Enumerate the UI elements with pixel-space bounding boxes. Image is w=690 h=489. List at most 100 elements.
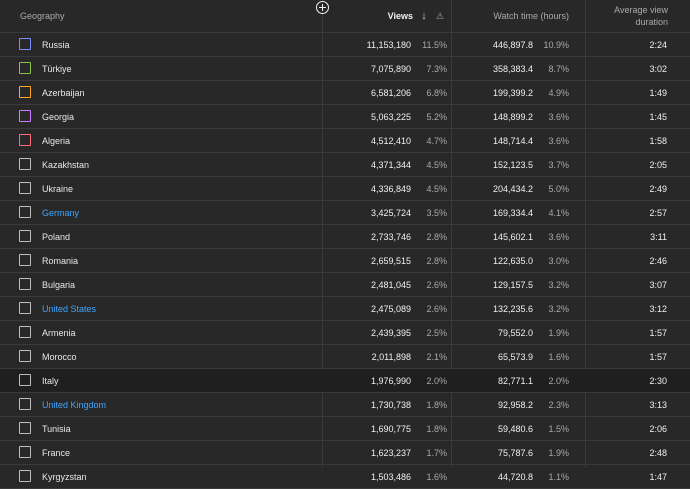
table-row[interactable]: France 1,623,237 1.7% 75,787.6 1.9% 2:48 [0, 441, 690, 465]
watch-time-percent: 3.7% [548, 159, 569, 170]
views-percent: 1.8% [426, 423, 447, 434]
geography-table: Geography Views ↓ ⚠ Watch time (hours) A… [0, 0, 690, 489]
table-row[interactable]: Tunisia 1,690,775 1.8% 59,480.6 1.5% 2:06 [0, 417, 690, 441]
row-checkbox[interactable] [19, 206, 31, 218]
watch-time-percent: 1.1% [548, 471, 569, 482]
table-row[interactable]: Poland 2,733,746 2.8% 145,602.1 3.6% 3:11 [0, 225, 690, 249]
table-row[interactable]: Algeria 4,512,410 4.7% 148,714.4 3.6% 1:58 [0, 129, 690, 153]
country-name[interactable]: United States [42, 297, 96, 320]
views-percent: 1.7% [426, 447, 447, 458]
views-value: 1,623,237 [370, 447, 411, 458]
table-body: Russia 11,153,180 11.5% 446,897.8 10.9% 2:24 T… [0, 33, 690, 489]
views-value: 1,503,486 [370, 471, 411, 482]
avg-view-duration-value: 2:24 [649, 39, 667, 50]
watch-time-percent: 1.5% [548, 423, 569, 434]
country-name[interactable]: Germany [42, 201, 79, 224]
watch-time-value: 446,897.8 [492, 39, 533, 50]
row-checkbox[interactable] [19, 230, 31, 242]
country-name: Türkiye [42, 63, 72, 74]
row-checkbox[interactable] [19, 422, 31, 434]
views-percent: 4.5% [426, 159, 447, 170]
country-name: Tunisia [42, 423, 71, 434]
country-name: Bulgaria [42, 279, 76, 290]
watch-time-value: 122,635.0 [492, 255, 533, 266]
watch-time-percent: 1.6% [548, 351, 569, 362]
avg-view-duration-value: 1:58 [649, 135, 667, 146]
country-name: Georgia [42, 111, 75, 122]
row-checkbox[interactable] [19, 110, 31, 122]
country-name[interactable]: United Kingdom [42, 393, 106, 416]
views-value: 2,439,395 [370, 327, 411, 338]
table-row[interactable]: Georgia 5,063,225 5.2% 148,899.2 3.6% 1:45 [0, 105, 690, 129]
row-checkbox[interactable] [19, 134, 31, 146]
row-checkbox[interactable] [19, 38, 31, 50]
views-percent: 5.2% [426, 111, 447, 122]
row-checkbox[interactable] [19, 446, 31, 458]
views-header[interactable]: Views [325, 0, 413, 32]
avg-view-duration-value: 3:12 [649, 303, 667, 314]
views-value: 2,659,515 [370, 255, 411, 266]
avg-view-duration-value: 3:07 [649, 279, 667, 290]
add-column-icon[interactable] [316, 1, 329, 14]
row-checkbox[interactable] [19, 278, 31, 290]
views-percent: 1.8% [426, 399, 447, 410]
avg-view-duration-value: 1:49 [649, 87, 667, 98]
views-value: 6,581,206 [370, 87, 411, 98]
watch-time-value: 44,720.8 [497, 471, 533, 482]
table-row[interactable]: Germany 3,425,724 3.5% 169,334.4 4.1% 2:57 [0, 201, 690, 225]
table-row[interactable]: United States 2,475,089 2.6% 132,235.6 3.2% 3… [0, 297, 690, 321]
table-row[interactable]: Armenia 2,439,395 2.5% 79,552.0 1.9% 1:57 [0, 321, 690, 345]
table-row[interactable]: Bulgaria 2,481,045 2.6% 129,157.5 3.2% 3:07 [0, 273, 690, 297]
watch-time-value: 169,334.4 [492, 207, 533, 218]
table-row[interactable]: Ukraine 4,336,849 4.5% 204,434.2 5.0% 2:49 [0, 177, 690, 201]
row-checkbox[interactable] [19, 62, 31, 74]
geography-header[interactable]: Geography [20, 0, 65, 32]
watch-time-value: 204,434.2 [492, 183, 533, 194]
table-row[interactable]: Romania 2,659,515 2.8% 122,635.0 3.0% 2:46 [0, 249, 690, 273]
country-name: Kyrgyzstan [42, 471, 87, 482]
watch-time-percent: 3.6% [548, 231, 569, 242]
warning-icon[interactable]: ⚠ [433, 0, 447, 32]
sort-down-icon[interactable]: ↓ [418, 0, 430, 32]
row-checkbox[interactable] [19, 398, 31, 410]
watch-time-percent: 3.6% [548, 135, 569, 146]
row-checkbox[interactable] [19, 86, 31, 98]
table-row[interactable]: Türkiye 7,075,890 7.3% 358,383.4 8.7% 3:02 [0, 57, 690, 81]
avg-view-duration-value: 2:30 [649, 375, 667, 386]
watch-time-value: 132,235.6 [492, 303, 533, 314]
watch-time-percent: 2.3% [548, 399, 569, 410]
watch-time-value: 65,573.9 [497, 351, 533, 362]
row-checkbox[interactable] [19, 374, 31, 386]
table-row[interactable]: Kazakhstan 4,371,344 4.5% 152,123.5 3.7% 2:05 [0, 153, 690, 177]
table-row[interactable]: Morocco 2,011,898 2.1% 65,573.9 1.6% 1:57 [0, 345, 690, 369]
table-row[interactable]: Azerbaijan 6,581,206 6.8% 199,399.2 4.9% 1:49 [0, 81, 690, 105]
watch-time-percent: 4.9% [548, 87, 569, 98]
watch-time-value: 59,480.6 [497, 423, 533, 434]
avg-view-duration-header[interactable]: Average view duration [588, 0, 668, 32]
views-value: 2,011,898 [371, 351, 411, 362]
watch-time-header[interactable]: Watch time (hours) [455, 0, 569, 32]
watch-time-value: 148,899.2 [492, 111, 533, 122]
country-name: Morocco [42, 351, 77, 362]
row-checkbox[interactable] [19, 158, 31, 170]
row-checkbox[interactable] [19, 302, 31, 314]
watch-time-value: 145,602.1 [492, 231, 533, 242]
table-row[interactable]: United Kingdom 1,730,738 1.8% 92,958.2 2.3% 3… [0, 393, 690, 417]
row-checkbox[interactable] [19, 254, 31, 266]
views-value: 5,063,225 [370, 111, 411, 122]
country-name: Armenia [42, 327, 76, 338]
table-row[interactable]: Russia 11,153,180 11.5% 446,897.8 10.9% 2:24 [0, 33, 690, 57]
views-percent: 2.0% [426, 375, 447, 386]
watch-time-value: 358,383.4 [492, 63, 533, 74]
row-checkbox[interactable] [19, 470, 31, 482]
table-header: Geography Views ↓ ⚠ Watch time (hours) A… [0, 0, 690, 33]
avg-view-duration-value: 3:11 [650, 231, 667, 242]
table-row[interactable]: Italy 1,976,990 2.0% 82,771.1 2.0% 2:30 [0, 369, 690, 393]
views-value: 1,690,775 [370, 423, 411, 434]
table-row[interactable]: Kyrgyzstan 1,503,486 1.6% 44,720.8 1.1% 1:47 [0, 465, 690, 489]
row-checkbox[interactable] [19, 326, 31, 338]
avg-view-duration-value: 1:45 [649, 111, 667, 122]
avg-view-duration-value: 1:47 [649, 471, 667, 482]
row-checkbox[interactable] [19, 182, 31, 194]
row-checkbox[interactable] [19, 350, 31, 362]
